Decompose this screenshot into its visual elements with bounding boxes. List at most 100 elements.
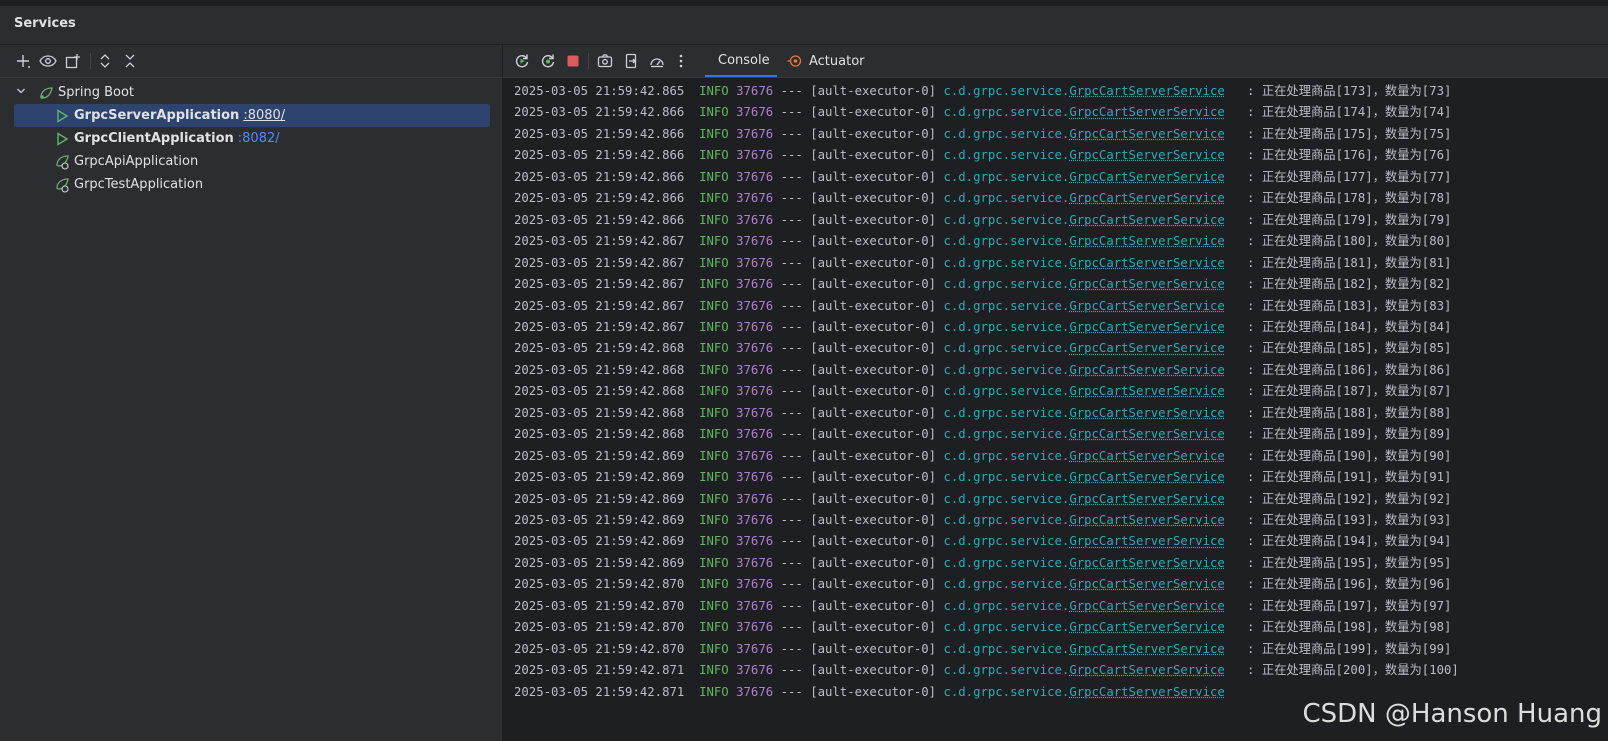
- tree-item-grpc-test[interactable]: GrpcTestApplication: [14, 173, 490, 196]
- log-thread: [ault-executor-0]: [810, 470, 937, 485]
- log-cls[interactable]: GrpcCartServerService: [1069, 513, 1224, 527]
- log-line: 2025-03-05 21:59:42.866 INFO 37676 --- […: [514, 188, 1451, 209]
- log-cls[interactable]: GrpcCartServerService: [1069, 256, 1224, 270]
- log-lvl: INFO: [699, 384, 729, 399]
- log-sep: ---: [780, 577, 803, 592]
- log-cls[interactable]: GrpcCartServerService: [1069, 191, 1224, 205]
- log-sep: ---: [780, 191, 803, 206]
- log-sep: ---: [780, 448, 803, 463]
- log-cls[interactable]: GrpcCartServerService: [1069, 556, 1224, 570]
- log-sep: ---: [780, 684, 803, 699]
- tab-console[interactable]: Console: [705, 45, 777, 77]
- log-ts: 2025-03-05 21:59:42.869: [514, 555, 685, 570]
- log-line: 2025-03-05 21:59:42.870 INFO 37676 --- […: [514, 617, 1451, 638]
- log-pkg: c.d.grpc.service.: [943, 427, 1070, 442]
- rerun-icon[interactable]: [512, 51, 532, 71]
- log-cls[interactable]: GrpcCartServerService: [1069, 577, 1224, 591]
- log-ts: 2025-03-05 21:59:42.869: [514, 513, 685, 527]
- eye-icon[interactable]: [38, 51, 58, 71]
- log-cls[interactable]: GrpcCartServerService: [1069, 534, 1224, 548]
- log-cls[interactable]: GrpcCartServerService: [1069, 299, 1224, 313]
- log-cls[interactable]: GrpcCartServerService: [1069, 384, 1224, 398]
- log-lvl: INFO: [699, 212, 729, 227]
- exit-icon[interactable]: [621, 51, 641, 71]
- log-ts: 2025-03-05 21:59:42.867: [514, 319, 685, 334]
- log-cls[interactable]: GrpcCartServerService: [1069, 449, 1224, 463]
- log-pkg: c.d.grpc.service.: [943, 298, 1070, 313]
- stop-icon[interactable]: [563, 51, 583, 71]
- log-cls[interactable]: GrpcCartServerService: [1069, 148, 1224, 162]
- spring-boot-stopped-icon: [56, 154, 69, 170]
- console-output[interactable]: 2025-03-05 21:59:42.865 INFO 37676 --- […: [503, 78, 1608, 741]
- log-pid: 37676: [736, 513, 774, 527]
- log-pkg: c.d.grpc.service.: [943, 470, 1070, 485]
- log-thread: [ault-executor-0]: [810, 84, 937, 98]
- log-pkg: c.d.grpc.service.: [943, 684, 1070, 699]
- new-group-icon[interactable]: [63, 51, 83, 71]
- spring-boot-icon: [40, 86, 53, 99]
- log-line: 2025-03-05 21:59:42.869 INFO 37676 --- […: [514, 489, 1451, 510]
- log-cls[interactable]: GrpcCartServerService: [1069, 84, 1224, 98]
- log-sep: ---: [780, 405, 803, 420]
- add-icon[interactable]: [13, 51, 33, 71]
- log-cls[interactable]: GrpcCartServerService: [1069, 341, 1224, 355]
- log-cls[interactable]: GrpcCartServerService: [1069, 170, 1224, 184]
- log-cls[interactable]: GrpcCartServerService: [1069, 127, 1224, 141]
- log-cls[interactable]: GrpcCartServerService: [1069, 492, 1224, 506]
- log-thread: [ault-executor-0]: [810, 448, 937, 463]
- log-sep: ---: [780, 341, 803, 356]
- log-line: 2025-03-05 21:59:42.868 INFO 37676 --- […: [514, 403, 1451, 424]
- log-lvl: INFO: [699, 663, 729, 678]
- log-line: 2025-03-05 21:59:42.870 INFO 37676 --- […: [514, 596, 1451, 617]
- log-sep: ---: [780, 620, 803, 635]
- port-link[interactable]: :8082/: [238, 131, 280, 146]
- log-msg: : 正在处理商品[190]，数量为[90]: [1247, 448, 1452, 463]
- expand-all-icon[interactable]: [95, 51, 115, 71]
- log-cls[interactable]: GrpcCartServerService: [1069, 470, 1224, 484]
- log-cls[interactable]: GrpcCartServerService: [1069, 685, 1224, 699]
- log-cls[interactable]: GrpcCartServerService: [1069, 213, 1224, 227]
- log-sep: ---: [780, 84, 803, 98]
- rerun-debug-icon[interactable]: [538, 51, 558, 71]
- log-lvl: INFO: [699, 105, 729, 120]
- more-icon[interactable]: [671, 51, 691, 71]
- log-line: 2025-03-05 21:59:42.867 INFO 37676 --- […: [514, 296, 1451, 317]
- log-lvl: INFO: [699, 255, 729, 270]
- log-cls[interactable]: GrpcCartServerService: [1069, 234, 1224, 248]
- log-cls[interactable]: GrpcCartServerService: [1069, 427, 1224, 441]
- log-msg: : 正在处理商品[200]，数量为[100]: [1247, 663, 1459, 678]
- tree-group-spring-boot[interactable]: Spring Boot: [14, 81, 490, 104]
- log-cls[interactable]: GrpcCartServerService: [1069, 620, 1224, 634]
- tree-item-grpc-api[interactable]: GrpcApiApplication: [14, 150, 490, 173]
- tree-item-grpc-client[interactable]: GrpcClientApplication :8082/: [14, 127, 490, 150]
- log-cls[interactable]: GrpcCartServerService: [1069, 363, 1224, 377]
- performance-icon[interactable]: [647, 51, 667, 71]
- log-ts: 2025-03-05 21:59:42.868: [514, 427, 685, 442]
- log-pkg: c.d.grpc.service.: [943, 277, 1070, 292]
- log-cls[interactable]: GrpcCartServerService: [1069, 406, 1224, 420]
- log-cls[interactable]: GrpcCartServerService: [1069, 663, 1224, 677]
- run-output-panel: Console Actuator 2025-03-05 21:59:42.865…: [503, 45, 1608, 741]
- toolbar-separator: [588, 53, 589, 69]
- spring-boot-stopped-icon: [56, 177, 69, 193]
- log-pid: 37676: [736, 427, 774, 442]
- log-pkg: c.d.grpc.service.: [943, 341, 1070, 356]
- tree-item-grpc-server[interactable]: GrpcServerApplication :8080/: [14, 104, 490, 127]
- log-line: 2025-03-05 21:59:42.871 INFO 37676 --- […: [514, 682, 1247, 703]
- log-cls[interactable]: GrpcCartServerService: [1069, 320, 1224, 334]
- tab-actuator[interactable]: Actuator: [787, 45, 865, 77]
- log-line: 2025-03-05 21:59:42.868 INFO 37676 --- […: [514, 338, 1451, 359]
- screenshot-icon[interactable]: [595, 51, 615, 71]
- log-cls[interactable]: GrpcCartServerService: [1069, 642, 1224, 656]
- log-cls[interactable]: GrpcCartServerService: [1069, 277, 1224, 291]
- port-link[interactable]: :8080/: [243, 108, 285, 123]
- log-sep: ---: [780, 427, 803, 442]
- log-sep: ---: [780, 126, 803, 141]
- chevron-down-icon[interactable]: [16, 86, 30, 99]
- log-lvl: INFO: [699, 191, 729, 206]
- log-line: 2025-03-05 21:59:42.866 INFO 37676 --- […: [514, 210, 1451, 231]
- log-cls[interactable]: GrpcCartServerService: [1069, 105, 1224, 119]
- collapse-all-icon[interactable]: [120, 51, 140, 71]
- log-cls[interactable]: GrpcCartServerService: [1069, 599, 1224, 613]
- log-msg: : 正在处理商品[178]，数量为[78]: [1247, 191, 1452, 206]
